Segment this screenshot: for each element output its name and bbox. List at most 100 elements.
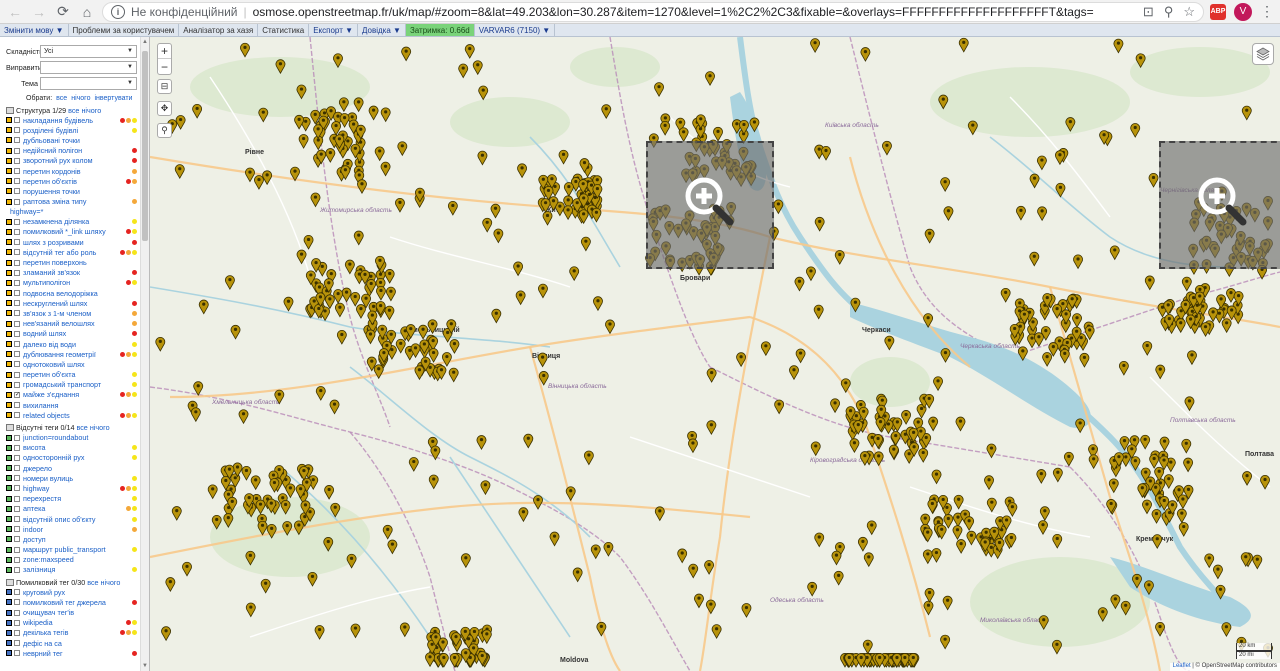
issue-marker-icon[interactable] xyxy=(1144,580,1154,596)
issue-type-item[interactable]: декілька тегів xyxy=(6,628,137,638)
issue-type-item[interactable]: громадський транспорт xyxy=(6,380,137,390)
item-label[interactable]: однотоковий шлях xyxy=(23,360,135,369)
issue-marker-icon[interactable] xyxy=(395,198,405,213)
issue-marker-icon[interactable] xyxy=(198,299,209,315)
issue-marker-icon[interactable] xyxy=(296,249,307,265)
issue-marker-icon[interactable] xyxy=(1038,615,1049,631)
issue-marker-icon[interactable] xyxy=(928,416,939,432)
issue-marker-icon[interactable] xyxy=(866,520,877,536)
item-label[interactable]: джерело xyxy=(23,464,135,473)
issue-type-item[interactable]: однотоковий шлях xyxy=(6,359,137,369)
issue-marker-icon[interactable] xyxy=(350,623,361,639)
issue-marker-icon[interactable] xyxy=(1039,506,1050,522)
issue-type-item[interactable]: аптека xyxy=(6,504,137,514)
issue-marker-icon[interactable] xyxy=(414,365,425,381)
issue-marker-icon[interactable] xyxy=(290,166,300,182)
issue-type-item[interactable]: маршрут public_transport xyxy=(6,545,137,555)
item-checkbox[interactable] xyxy=(14,526,20,533)
issue-marker-icon[interactable] xyxy=(660,121,670,136)
info-icon[interactable]: i xyxy=(111,4,125,19)
issue-type-item[interactable]: джерело xyxy=(6,463,137,473)
issue-marker-icon[interactable] xyxy=(813,304,824,320)
issue-marker-icon[interactable] xyxy=(850,297,861,313)
item-label[interactable]: нев'язаний велошлях xyxy=(23,319,130,328)
group-none-link[interactable]: нічого xyxy=(90,423,110,432)
issue-marker-icon[interactable] xyxy=(1149,454,1160,469)
issue-marker-icon[interactable] xyxy=(397,141,408,157)
issue-marker-icon[interactable] xyxy=(280,500,291,515)
issue-marker-icon[interactable] xyxy=(401,46,412,62)
issue-type-item[interactable]: залізниця xyxy=(6,565,137,575)
issue-marker-icon[interactable] xyxy=(1142,341,1153,356)
item-checkbox[interactable] xyxy=(14,117,20,124)
item-checkbox[interactable] xyxy=(14,269,20,276)
issue-marker-icon[interactable] xyxy=(1055,182,1066,198)
item-checkbox[interactable] xyxy=(14,178,20,185)
item-checkbox[interactable] xyxy=(14,320,20,327)
issue-marker-icon[interactable] xyxy=(1064,451,1074,467)
issue-type-item[interactable]: номери вулиць xyxy=(6,473,137,483)
folder-icon[interactable] xyxy=(6,424,14,432)
issue-marker-icon[interactable] xyxy=(956,539,966,554)
item-checkbox[interactable] xyxy=(14,361,20,368)
item-checkbox[interactable] xyxy=(14,341,20,348)
filter-select[interactable]: ▼ xyxy=(40,60,137,74)
issue-marker-icon[interactable] xyxy=(1042,352,1052,367)
locate-icon[interactable]: ✥ xyxy=(157,101,172,116)
issue-marker-icon[interactable] xyxy=(513,261,523,277)
item-label[interactable]: неврний тег xyxy=(23,649,130,658)
issue-marker-icon[interactable] xyxy=(375,301,386,316)
issue-marker-icon[interactable] xyxy=(736,352,746,368)
issue-marker-icon[interactable] xyxy=(931,469,942,485)
issue-type-item[interactable]: порушення точки xyxy=(6,186,137,196)
issue-type-item[interactable]: односторонній рух xyxy=(6,453,137,463)
item-label[interactable]: далеко від води xyxy=(23,340,130,349)
issue-marker-icon[interactable] xyxy=(1084,325,1095,341)
issue-type-item[interactable]: перехрестя xyxy=(6,494,137,504)
issue-marker-icon[interactable] xyxy=(1034,332,1044,348)
item-checkbox[interactable] xyxy=(14,188,20,195)
item-checkbox[interactable] xyxy=(14,310,20,317)
group-none-link[interactable]: нічого xyxy=(101,578,121,587)
issue-marker-icon[interactable] xyxy=(924,394,935,409)
item-label[interactable]: перетин об'єкта xyxy=(23,370,130,379)
issue-marker-icon[interactable] xyxy=(596,621,607,637)
issue-marker-icon[interactable] xyxy=(518,507,529,523)
issue-marker-icon[interactable] xyxy=(476,435,487,450)
leaflet-link[interactable]: Leaflet xyxy=(1173,663,1191,669)
item-label[interactable]: номери вулиць xyxy=(23,474,130,483)
group-all-link[interactable]: все xyxy=(68,106,79,115)
issue-marker-icon[interactable] xyxy=(344,259,355,275)
issue-type-item[interactable]: highway xyxy=(6,483,137,493)
issue-marker-icon[interactable] xyxy=(549,531,560,547)
menu-item[interactable]: VARVAR6 (7150) ▼ xyxy=(475,24,556,36)
issue-marker-icon[interactable] xyxy=(315,386,326,401)
item-label[interactable]: недійсний полігон xyxy=(23,146,130,155)
issue-marker-icon[interactable] xyxy=(481,629,492,645)
item-checkbox[interactable] xyxy=(14,137,20,144)
issue-type-item[interactable]: ✓ майже з'єднання xyxy=(6,390,137,400)
issue-marker-icon[interactable] xyxy=(165,577,176,592)
item-label[interactable]: перетин поверхонь xyxy=(23,258,135,267)
issue-marker-icon[interactable] xyxy=(223,513,234,528)
issue-marker-icon[interactable] xyxy=(890,431,901,446)
issue-marker-icon[interactable] xyxy=(923,600,934,616)
item-checkbox[interactable] xyxy=(14,259,20,266)
issue-marker-icon[interactable] xyxy=(1221,622,1232,638)
issue-marker-icon[interactable] xyxy=(1059,348,1070,364)
item-checkbox[interactable] xyxy=(14,495,20,502)
issue-marker-icon[interactable] xyxy=(1144,275,1155,291)
issue-marker-icon[interactable] xyxy=(493,228,504,244)
issue-marker-icon[interactable] xyxy=(258,107,269,123)
issue-marker-icon[interactable] xyxy=(795,348,806,364)
issue-marker-icon[interactable] xyxy=(346,553,357,569)
issue-marker-icon[interactable] xyxy=(1130,123,1141,138)
issue-marker-icon[interactable] xyxy=(1079,353,1090,368)
issue-marker-icon[interactable] xyxy=(952,525,963,541)
item-label[interactable]: накладання будівель xyxy=(23,116,118,125)
issue-marker-icon[interactable] xyxy=(472,60,483,76)
item-label[interactable]: подвоєна велодоріжка xyxy=(23,289,135,298)
issue-marker-icon[interactable] xyxy=(1108,478,1119,494)
issue-marker-icon[interactable] xyxy=(821,146,831,161)
menu-item[interactable]: Аналізатор за хазя xyxy=(179,24,259,36)
